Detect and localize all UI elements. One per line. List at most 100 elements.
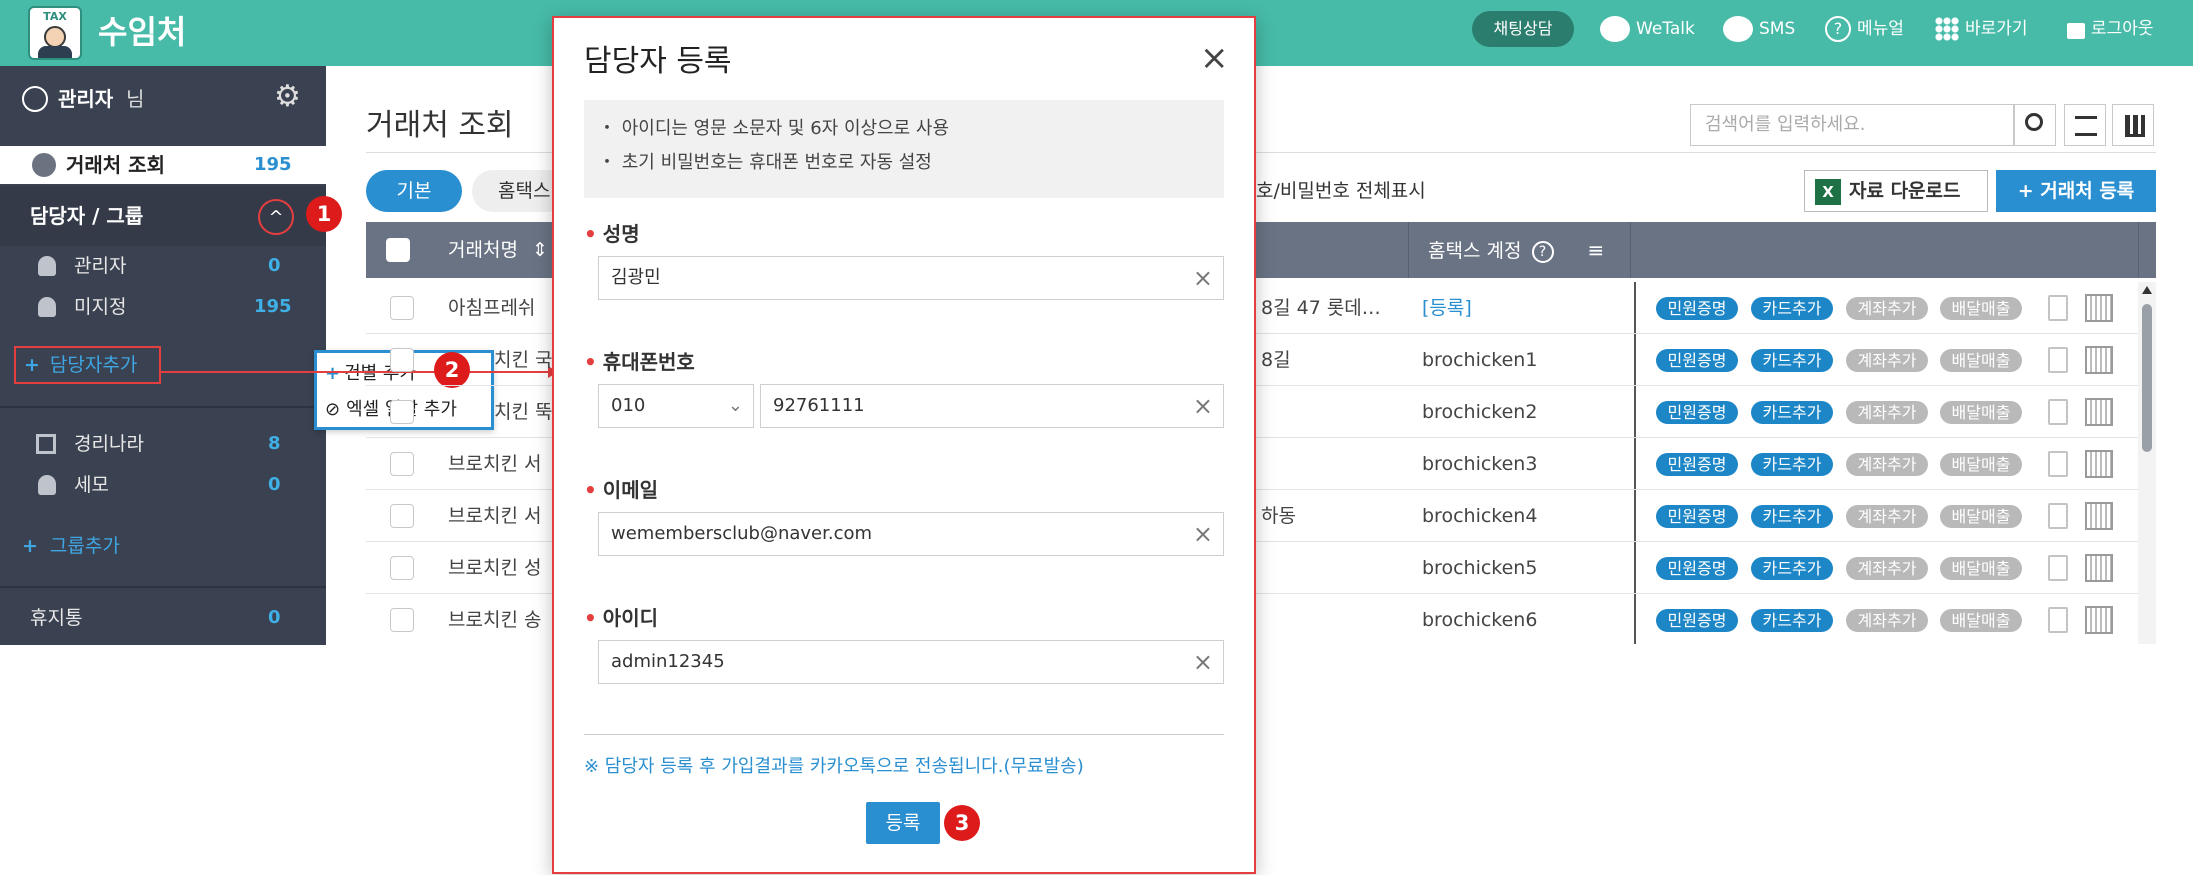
register-client-button[interactable]: + 거래처 등록 xyxy=(1996,170,2156,212)
search-input[interactable]: 검색어를 입력하세요. xyxy=(1690,104,2014,146)
badge-add-card[interactable]: 카드추가 xyxy=(1751,349,1833,372)
name-field[interactable]: 김광민 × xyxy=(598,256,1224,300)
row-checkbox[interactable] xyxy=(390,400,414,424)
qr-code-icon[interactable] xyxy=(2085,346,2113,374)
vertical-scrollbar[interactable] xyxy=(2138,282,2156,644)
document-icon[interactable] xyxy=(2048,399,2068,425)
row-client-name[interactable]: 브로치킨 서 xyxy=(448,438,541,490)
badge-add-card[interactable]: 카드추가 xyxy=(1751,557,1833,580)
row-hometax-account[interactable]: [등록] xyxy=(1422,282,1472,334)
qr-code-icon[interactable] xyxy=(2085,502,2113,530)
manual-link[interactable]: ? 메뉴얼 xyxy=(1825,13,1904,45)
badge-certificate[interactable]: 민원증명 xyxy=(1656,453,1738,476)
row-checkbox[interactable] xyxy=(390,556,414,580)
row-client-name[interactable]: 브로치킨 서 xyxy=(448,490,541,542)
phone-prefix-select[interactable]: 010 ⌄ xyxy=(598,384,754,428)
qr-code-icon[interactable] xyxy=(2085,450,2113,478)
sidebar-item-group-kyungri[interactable]: 경리나라 8 xyxy=(0,424,326,464)
row-client-name[interactable]: 치킨 뚝 xyxy=(494,386,552,438)
badge-delivery-sales[interactable]: 배달매출 xyxy=(1940,401,2022,424)
qr-code-icon[interactable] xyxy=(2085,554,2113,582)
badge-add-account[interactable]: 계좌추가 xyxy=(1846,557,1928,580)
badge-add-card[interactable]: 카드추가 xyxy=(1751,297,1833,320)
add-group-button[interactable]: + 그룹추가 xyxy=(22,526,120,566)
clear-icon[interactable]: × xyxy=(1193,513,1213,555)
row-checkbox[interactable] xyxy=(390,504,414,528)
qr-code-icon[interactable] xyxy=(2085,606,2113,634)
clear-icon[interactable]: × xyxy=(1193,641,1213,683)
row-client-name[interactable]: 아침프레쉬 xyxy=(448,282,535,334)
badge-add-account[interactable]: 계좌추가 xyxy=(1846,453,1928,476)
help-circle-icon[interactable]: ? xyxy=(1531,240,1554,263)
sidebar-item-group-semo[interactable]: 세모 0 xyxy=(0,465,326,505)
document-icon[interactable] xyxy=(2048,503,2068,529)
document-icon[interactable] xyxy=(2048,555,2068,581)
badge-certificate[interactable]: 민원증명 xyxy=(1656,557,1738,580)
badge-delivery-sales[interactable]: 배달매출 xyxy=(1940,297,2022,320)
logo-icon[interactable]: TAX xyxy=(28,6,82,60)
badge-delivery-sales[interactable]: 배달매출 xyxy=(1940,557,2022,580)
chat-consult-button[interactable]: 채팅상담 xyxy=(1472,11,1574,47)
id-field[interactable]: admin12345 × xyxy=(598,640,1224,684)
add-manager-button[interactable]: + 담당자추가 xyxy=(14,346,161,384)
sms-link[interactable]: SMS xyxy=(1723,13,1795,45)
badge-add-card[interactable]: 카드추가 xyxy=(1751,505,1833,528)
gear-icon[interactable]: ⚙ xyxy=(274,82,301,112)
submit-button[interactable]: 등록 xyxy=(866,802,940,844)
row-client-name[interactable]: 브로치킨 성 xyxy=(448,542,541,594)
badge-delivery-sales[interactable]: 배달매출 xyxy=(1940,505,2022,528)
badge-add-account[interactable]: 계좌추가 xyxy=(1846,609,1928,632)
email-field[interactable]: wemembersclub@naver.com × xyxy=(598,512,1224,556)
badge-delivery-sales[interactable]: 배달매출 xyxy=(1940,453,2022,476)
close-icon[interactable]: × xyxy=(1200,38,1229,78)
badge-add-account[interactable]: 계좌추가 xyxy=(1846,401,1928,424)
clear-icon[interactable]: × xyxy=(1193,385,1213,427)
qr-code-icon[interactable] xyxy=(2085,294,2113,322)
filter-icon[interactable]: ≡ xyxy=(1588,238,1605,262)
scrollbar-thumb[interactable] xyxy=(2142,304,2152,452)
row-checkbox[interactable] xyxy=(390,348,414,372)
chart-view-button[interactable] xyxy=(2112,104,2154,146)
row-checkbox[interactable] xyxy=(390,296,414,320)
document-icon[interactable] xyxy=(2048,607,2068,633)
sidebar-item-manager-unassigned[interactable]: 미지정 195 xyxy=(0,287,326,327)
phone-number-field[interactable]: 92761111 × xyxy=(760,384,1224,428)
badge-certificate[interactable]: 민원증명 xyxy=(1656,401,1738,424)
badge-add-card[interactable]: 카드추가 xyxy=(1751,453,1833,476)
row-checkbox[interactable] xyxy=(390,608,414,632)
wetalk-link[interactable]: WeTalk xyxy=(1600,13,1695,45)
tab-basic[interactable]: 기본 xyxy=(366,170,462,212)
select-all-checkbox[interactable] xyxy=(386,238,410,262)
badge-add-account[interactable]: 계좌추가 xyxy=(1846,297,1928,320)
badge-add-account[interactable]: 계좌추가 xyxy=(1846,349,1928,372)
row-client-name[interactable]: 브로치킨 송 xyxy=(448,594,541,644)
document-icon[interactable] xyxy=(2048,295,2068,321)
row-checkbox[interactable] xyxy=(390,452,414,476)
document-icon[interactable] xyxy=(2048,451,2068,477)
badge-add-account[interactable]: 계좌추가 xyxy=(1846,505,1928,528)
clear-icon[interactable]: × xyxy=(1193,257,1213,299)
badge-certificate[interactable]: 민원증명 xyxy=(1656,609,1738,632)
row-client-name[interactable]: 치킨 국 xyxy=(494,334,552,386)
badge-certificate[interactable]: 민원증명 xyxy=(1656,297,1738,320)
sidebar-item-trash[interactable]: 휴지통 0 xyxy=(0,596,326,640)
search-button[interactable] xyxy=(2014,104,2056,146)
scroll-up-arrow-icon[interactable] xyxy=(2142,286,2152,294)
collapse-chevron-icon[interactable]: ^ xyxy=(258,199,294,235)
badge-add-card[interactable]: 카드추가 xyxy=(1751,401,1833,424)
document-icon[interactable] xyxy=(2048,347,2068,373)
sidebar-item-manager-admin[interactable]: 관리자 0 xyxy=(0,246,326,286)
shortcut-link[interactable]: 바로가기 xyxy=(1935,13,2028,45)
column-header-name[interactable]: 거래처명 ⇕ xyxy=(448,222,548,278)
badge-certificate[interactable]: 민원증명 xyxy=(1656,349,1738,372)
sidebar-item-client-search[interactable]: 거래처 조회 195 xyxy=(0,146,326,184)
logout-link[interactable]: 로그아웃 xyxy=(2067,13,2154,45)
badge-certificate[interactable]: 민원증명 xyxy=(1656,505,1738,528)
download-button[interactable]: X 자료 다운로드 xyxy=(1804,170,1988,212)
badge-delivery-sales[interactable]: 배달매출 xyxy=(1940,609,2022,632)
show-all-password-toggle[interactable]: 호/비밀번호 전체표시 xyxy=(1256,170,1426,212)
list-view-button[interactable] xyxy=(2064,104,2106,146)
badge-add-card[interactable]: 카드추가 xyxy=(1751,609,1833,632)
badge-delivery-sales[interactable]: 배달매출 xyxy=(1940,349,2022,372)
qr-code-icon[interactable] xyxy=(2085,398,2113,426)
